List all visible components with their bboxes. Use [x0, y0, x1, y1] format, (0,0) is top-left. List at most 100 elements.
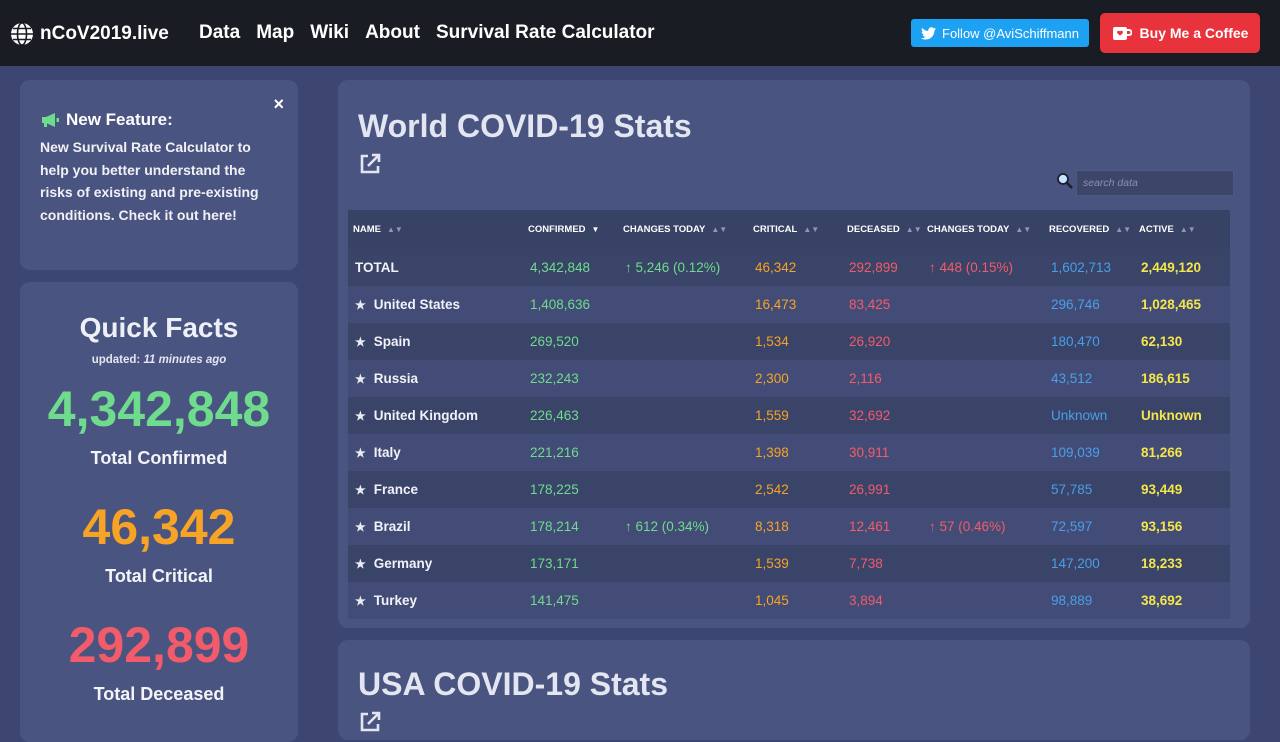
table-row[interactable]: ★ Germany 173,171 1,539 7,738 147,200 18,…: [348, 545, 1230, 582]
confirmed-change-cell: [618, 545, 748, 582]
close-icon[interactable]: ×: [273, 94, 284, 115]
table-row[interactable]: ★ United Kingdom 226,463 1,559 32,692 Unk…: [348, 397, 1230, 434]
deceased-cell: 32,692: [849, 408, 891, 423]
active-cell: 18,233: [1141, 556, 1183, 571]
brand-link[interactable]: nCoV2019.live: [10, 22, 169, 46]
twitter-follow-button[interactable]: Follow @AviSchiffmann: [911, 19, 1089, 47]
country-cell: ★ France: [348, 471, 523, 508]
confirmed-change-cell: ↑ 612 (0.34%): [625, 519, 710, 534]
table-row[interactable]: ★ Italy 221,216 1,398 30,911 109,039 81,2…: [348, 434, 1230, 471]
deceased-change-cell: [922, 434, 1044, 471]
column-header-confirmed-changes[interactable]: CHANGES TODAY ▲▼: [618, 210, 748, 249]
deceased-cell: 292,899: [849, 260, 898, 275]
total-critical-value: 46,342: [82, 499, 236, 555]
coffee-cup-icon: [1112, 27, 1132, 40]
critical-cell: 8,318: [755, 519, 789, 534]
deceased-cell: 3,894: [849, 593, 883, 608]
critical-cell: 2,542: [755, 482, 789, 497]
column-header-critical[interactable]: CRITICAL ▲▼: [748, 210, 842, 249]
column-header-deceased-changes[interactable]: CHANGES TODAY ▲▼: [922, 210, 1044, 249]
confirmed-change-cell: [618, 471, 748, 508]
country-name: United Kingdom: [373, 408, 479, 423]
active-cell: 186,615: [1141, 371, 1190, 386]
feature-description-link[interactable]: New Survival Rate Calculator to help you…: [40, 136, 280, 226]
usa-stats-card: USA COVID-19 Stats: [338, 640, 1250, 740]
table-row-total[interactable]: TOTAL 4,342,848 ↑ 5,246 (0.12%) 46,342 2…: [348, 249, 1230, 286]
star-icon[interactable]: ★: [355, 409, 366, 423]
table-row[interactable]: ★ Spain 269,520 1,534 26,920 180,470 62,1…: [348, 323, 1230, 360]
table-row[interactable]: ★ United States 1,408,636 16,473 83,425 2…: [348, 286, 1230, 323]
usa-stats-title: USA COVID-19 Stats: [358, 666, 668, 702]
brand-name: nCoV2019.live: [40, 23, 169, 44]
confirmed-cell: 221,216: [530, 445, 579, 460]
confirmed-change-cell: [618, 397, 748, 434]
star-icon[interactable]: ★: [355, 557, 366, 571]
megaphone-icon: [42, 113, 59, 127]
country-name: Russia: [373, 371, 419, 386]
column-header-deceased[interactable]: DECEASED ▲▼: [842, 210, 922, 249]
confirmed-cell: 226,463: [530, 408, 579, 423]
column-header-label: DECEASED: [847, 224, 900, 235]
deceased-change-cell: [922, 582, 1044, 619]
table-row[interactable]: ★ Russia 232,243 2,300 2,116 43,512 186,6…: [348, 360, 1230, 397]
nav-about[interactable]: About: [365, 22, 420, 44]
nav-survival-calculator[interactable]: Survival Rate Calculator: [436, 22, 655, 44]
critical-cell: 16,473: [755, 297, 797, 312]
sort-icon: ▲▼: [803, 225, 820, 234]
column-header-confirmed[interactable]: CONFIRMED ▼: [523, 210, 618, 249]
buy-coffee-button[interactable]: Buy Me a Coffee: [1100, 13, 1260, 53]
recovered-cell: 109,039: [1051, 445, 1100, 460]
nav-data[interactable]: Data: [199, 22, 240, 44]
critical-cell: 1,559: [755, 408, 789, 423]
country-cell: ★ Italy: [348, 434, 523, 471]
confirmed-cell: 4,342,848: [530, 260, 591, 275]
recovered-cell: 147,200: [1051, 556, 1100, 571]
column-header-active[interactable]: ACTIVE ▲▼: [1134, 210, 1230, 249]
top-navbar: nCoV2019.live Data Map Wiki About Surviv…: [0, 0, 1280, 66]
column-header-recovered[interactable]: RECOVERED ▲▼: [1044, 210, 1134, 249]
sort-icon: ▲▼: [1115, 225, 1132, 234]
column-header-name[interactable]: NAME ▲▼: [348, 210, 523, 249]
country-name: Turkey: [373, 593, 418, 608]
star-icon[interactable]: ★: [355, 594, 366, 608]
table-row[interactable]: ★ Turkey 141,475 1,045 3,894 98,889 38,69…: [348, 582, 1230, 619]
total-deceased-value: 292,899: [68, 617, 250, 673]
deceased-cell: 12,461: [849, 519, 891, 534]
critical-cell: 1,045: [755, 593, 789, 608]
feature-title: New Feature:: [66, 110, 173, 129]
country-name: France: [373, 482, 419, 497]
total-deceased-label: Total Deceased: [93, 684, 225, 704]
nav-wiki[interactable]: Wiki: [310, 22, 349, 44]
confirmed-cell: 173,171: [530, 556, 579, 571]
total-confirmed-value: 4,342,848: [47, 381, 271, 437]
deceased-cell: 26,991: [849, 482, 891, 497]
star-icon[interactable]: ★: [355, 446, 366, 460]
confirmed-change-cell: [618, 434, 748, 471]
country-cell: ★ Turkey: [348, 582, 523, 619]
table-row[interactable]: ★ Brazil 178,214 ↑ 612 (0.34%) 8,318 12,4…: [348, 508, 1230, 545]
globe-icon: [11, 22, 33, 46]
star-icon[interactable]: ★: [355, 298, 366, 312]
recovered-cell: Unknown: [1051, 408, 1108, 423]
star-icon[interactable]: ★: [355, 372, 366, 386]
external-link-icon[interactable]: [358, 710, 382, 734]
star-icon[interactable]: ★: [355, 335, 366, 349]
star-icon[interactable]: ★: [355, 483, 366, 497]
star-icon[interactable]: ★: [355, 520, 366, 534]
nav-map[interactable]: Map: [256, 22, 294, 44]
column-header-label: NAME: [353, 224, 381, 235]
deceased-change-cell: [922, 360, 1044, 397]
external-link-icon[interactable]: [358, 152, 382, 176]
critical-cell: 2,300: [755, 371, 789, 386]
active-cell: 2,449,120: [1141, 260, 1202, 275]
deceased-change-cell: [922, 286, 1044, 323]
table-header-row: NAME ▲▼ CONFIRMED ▼ CHANGES TODAY ▲▼ CRITIC…: [348, 210, 1230, 249]
nav-links: Data Map Wiki About Survival Rate Calcul…: [199, 22, 671, 44]
recovered-cell: 1,602,713: [1051, 260, 1112, 275]
deceased-cell: 26,920: [849, 334, 891, 349]
deceased-change-cell: [922, 397, 1044, 434]
country-name: Italy: [373, 445, 401, 460]
country-name: Spain: [373, 334, 411, 349]
table-row[interactable]: ★ France 178,225 2,542 26,991 57,785 93,4…: [348, 471, 1230, 508]
search-input[interactable]: [1076, 170, 1234, 196]
